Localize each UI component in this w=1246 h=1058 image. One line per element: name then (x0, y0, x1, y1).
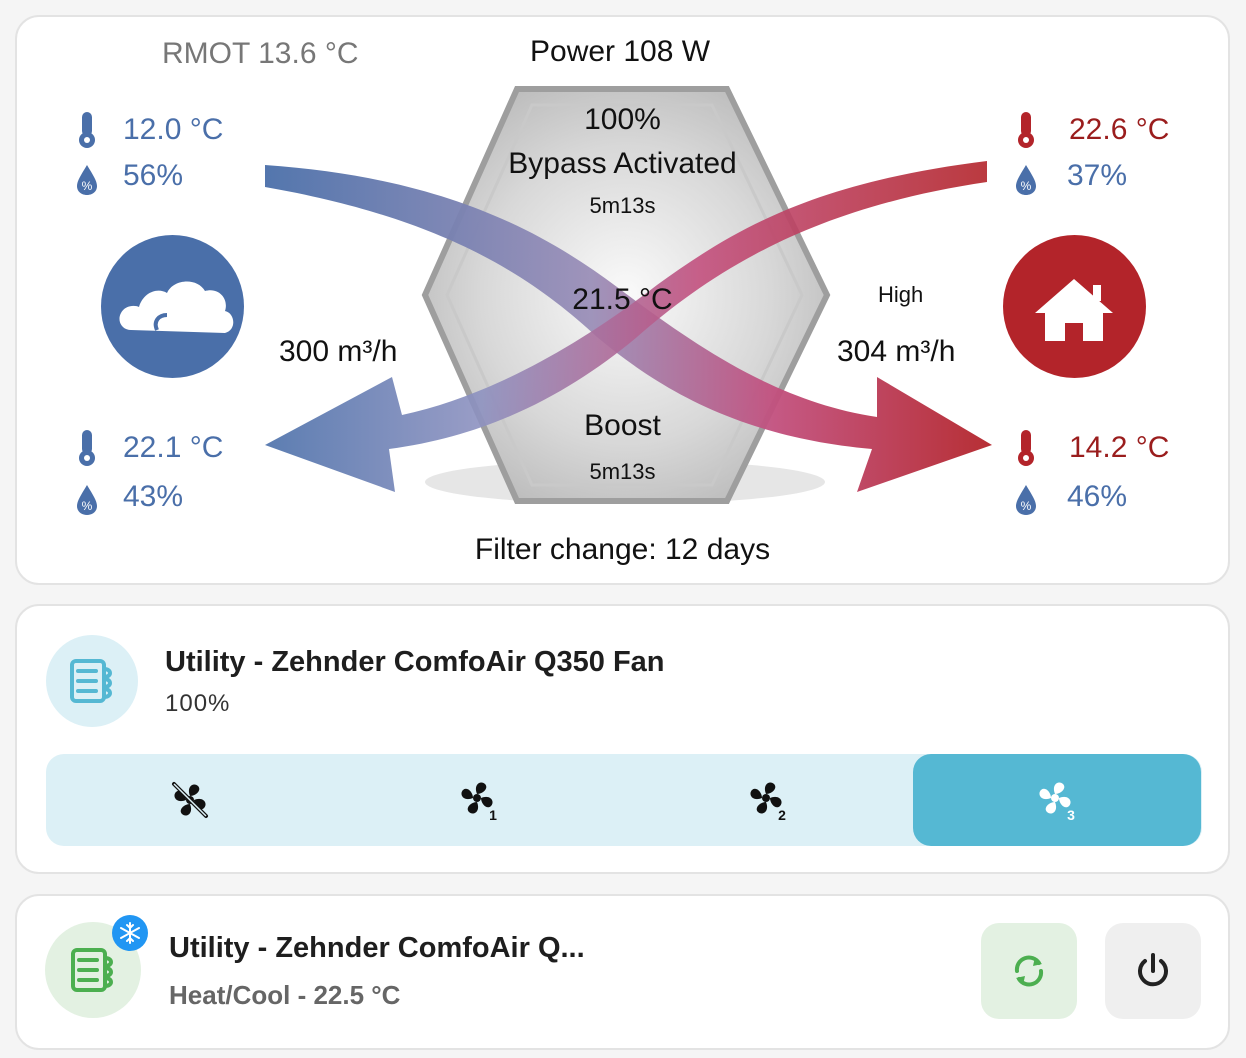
hvac-mode-button[interactable] (981, 923, 1077, 1019)
svg-text:%: % (82, 179, 93, 193)
fan-card-title: Utility - Zehnder ComfoAir Q350 Fan (165, 646, 665, 678)
humidity-icon: % (1016, 485, 1036, 515)
svg-text:%: % (1021, 499, 1032, 513)
climate-card: Utility - Zehnder ComfoAir Q... Heat/Coo… (15, 894, 1230, 1050)
fan-speed-3-icon: 3 (1039, 782, 1075, 822)
exhaust-airflow: 300 m³/h (279, 335, 398, 368)
boost-status: Boost (584, 409, 661, 442)
fan-speed-2-icon: 2 (750, 782, 786, 822)
svg-text:%: % (82, 499, 93, 513)
power-label: Power 108 W (530, 35, 711, 68)
exhaust-humidity: 43% (123, 480, 184, 513)
power-button[interactable] (1105, 923, 1201, 1019)
power-icon (1138, 953, 1168, 987)
bypass-status: Bypass Activated (508, 147, 737, 180)
climate-card-subtitle: Heat/Cool - 22.5 °C (169, 980, 401, 1010)
fan-off-icon (172, 782, 208, 818)
fan-mode-selector: 1 2 3 (46, 754, 1202, 846)
bypass-time: 5m13s (589, 193, 656, 218)
rmot-label: RMOT 13.6 °C (162, 37, 359, 70)
boost-time: 5m13s (589, 459, 656, 484)
fan-entity-icon[interactable] (46, 635, 138, 727)
svg-text:%: % (1021, 179, 1032, 193)
ventilation-overview-card: RMOT 13.6 °C Power 108 W 12.0 °C % 56% 2… (15, 15, 1230, 585)
snowflake-badge (112, 915, 148, 951)
fan-speed-1-button[interactable]: 1 (335, 754, 623, 846)
hvac-icon (70, 659, 112, 703)
supply-airflow: 304 m³/h (837, 335, 956, 368)
fan-speed-1-icon: 1 (461, 782, 497, 822)
svg-text:3: 3 (1067, 807, 1075, 822)
supply-humidity: 46% (1067, 480, 1128, 513)
exchanger-temp: 21.5 °C (572, 283, 673, 316)
fan-card: Utility - Zehnder ComfoAir Q350 Fan 100% (15, 604, 1230, 874)
svg-text:1: 1 (489, 807, 497, 822)
fan-card-subtitle: 100% (165, 690, 231, 717)
filter-change: Filter change: 12 days (474, 533, 771, 566)
fan-mode-label: High (878, 282, 924, 307)
fan-speed-2-button[interactable]: 2 (624, 754, 912, 846)
fan-off-button[interactable] (46, 754, 334, 846)
cycle-icon (1014, 955, 1044, 987)
fan-percent: 100% (584, 103, 661, 136)
climate-card-title: Utility - Zehnder ComfoAir Q... (169, 932, 585, 964)
snowflake-icon (120, 922, 140, 944)
fan-speed-3-button[interactable]: 3 (913, 754, 1201, 846)
humidity-icon: % (77, 485, 97, 515)
svg-text:2: 2 (778, 807, 786, 822)
